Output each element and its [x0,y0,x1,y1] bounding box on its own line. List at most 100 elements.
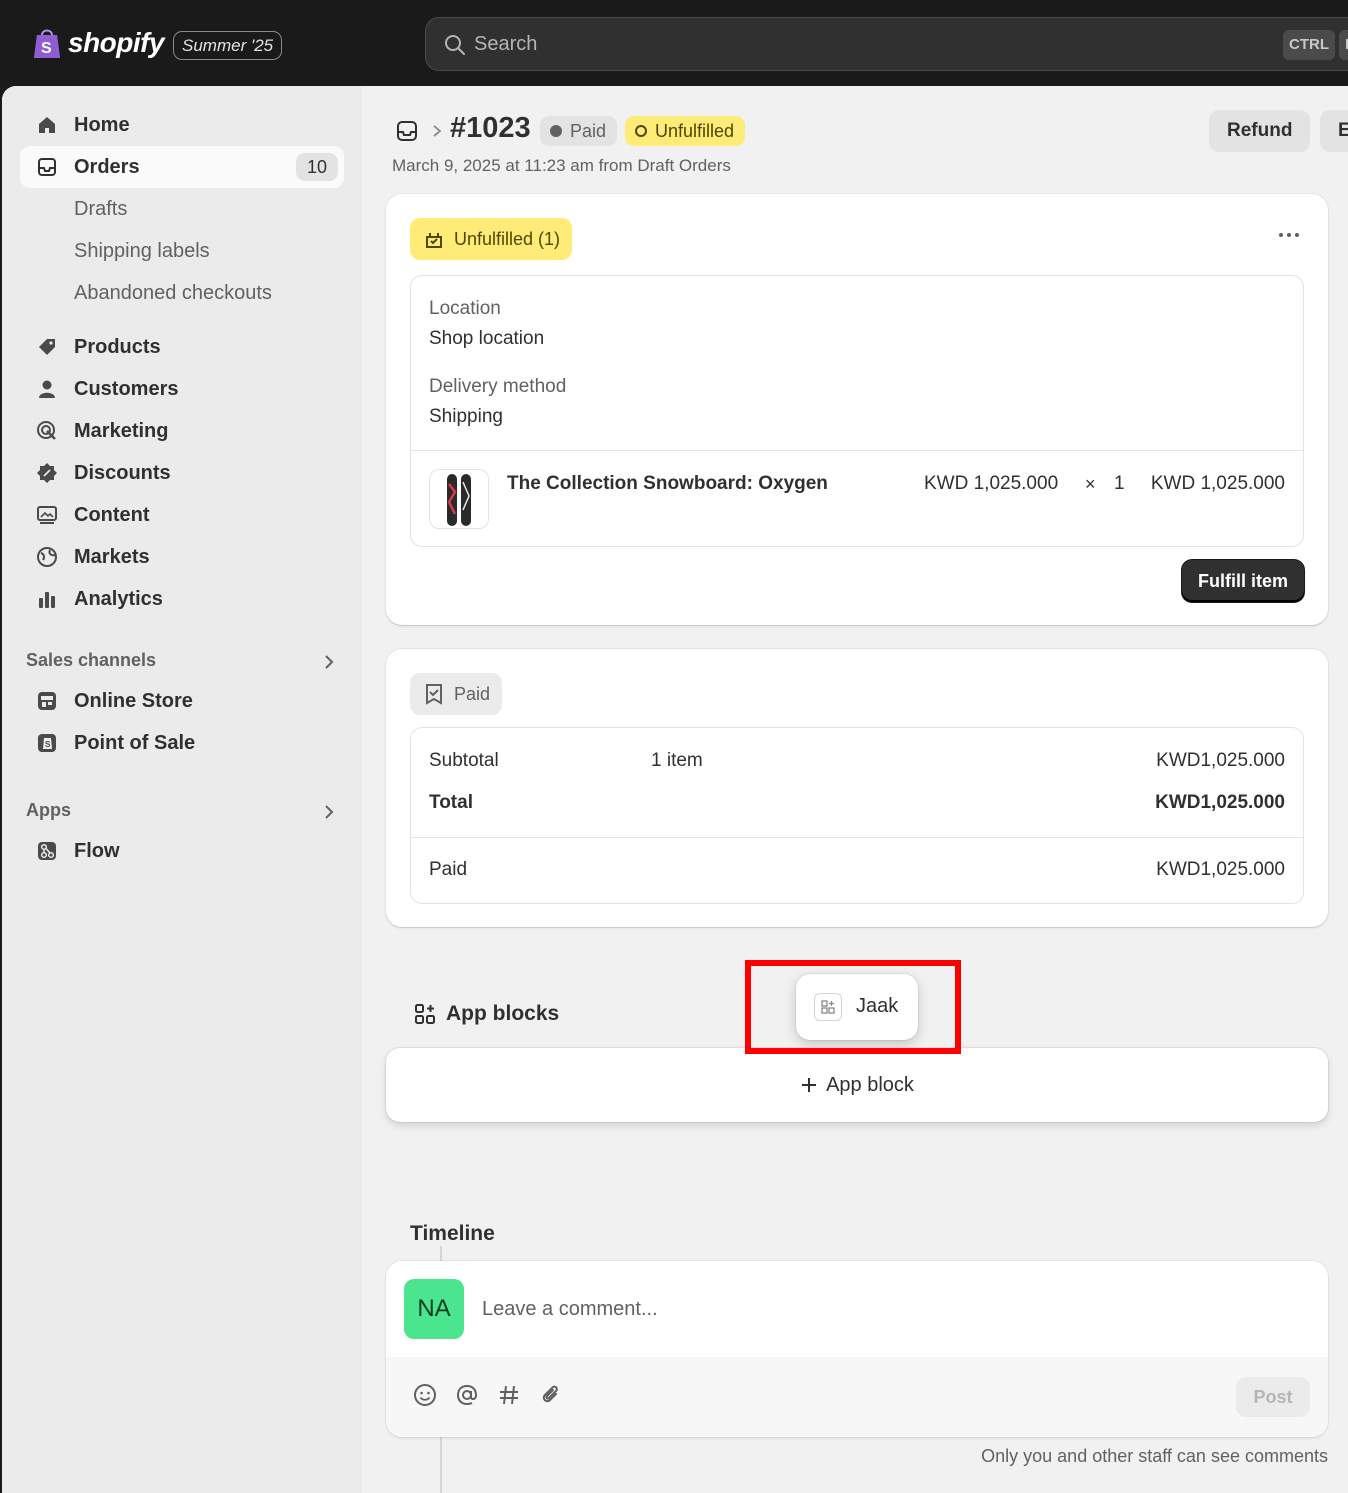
sidebar-item-marketing[interactable]: Marketing [20,410,344,452]
store-icon [38,692,56,710]
line-total: KWD 1,025.000 [1150,473,1285,494]
refund-button[interactable]: Refund [1209,110,1311,152]
sidebar-item-label: Point of Sale [74,731,196,754]
sidebar-item-label: Marketing [74,419,169,442]
sidebar-item-home[interactable]: Home [20,104,344,146]
fulfillment-card: Unfulfilled (1) Location Shop location D… [386,194,1328,625]
sidebar-item-label: Drafts [74,197,128,220]
fulfill-item-button[interactable]: Fulfill item [1182,560,1304,602]
sidebar-item-drafts[interactable]: Drafts [20,188,344,230]
sidebar-item-flow[interactable]: Flow [20,830,344,872]
order-meta: March 9, 2025 at 11:23 am from Draft Ord… [392,156,731,175]
attachment-icon[interactable] [538,1382,564,1408]
sales-channels-heading[interactable]: Sales channels [26,650,156,671]
flow-icon [38,842,56,860]
search-input[interactable] [474,18,1174,70]
chevron-right-icon[interactable] [320,653,338,671]
sidebar-item-label: Shipping labels [74,239,210,262]
home-icon [39,117,55,133]
status-ring-icon [635,125,647,137]
fulfillment-status-text: Unfulfilled [655,121,735,141]
sidebar-item-point-of-sale[interactable]: S Point of Sale [20,722,344,764]
unfulfilled-chip-label: Unfulfilled (1) [454,229,561,249]
discount-icon [37,463,57,483]
post-button[interactable]: Post [1236,1377,1310,1417]
quantity: 1 [1114,473,1125,494]
snowboard-image-icon [447,474,471,526]
location-label: Location [429,298,501,319]
app-blocks-icon [415,1004,435,1024]
product-title-link[interactable]: The Collection Snowboard: Oxygen [507,473,828,495]
emoji-icon[interactable] [412,1382,438,1408]
payment-summary: Subtotal 1 item KWD1,025.000 Total KWD1,… [410,727,1304,904]
sidebar-item-discounts[interactable]: Discounts [20,452,344,494]
sidebar-item-markets[interactable]: Markets [20,536,344,578]
content-icon [37,506,57,524]
total-label: Total [429,792,473,813]
shopify-logo[interactable]: S shopify [32,26,165,60]
divider [411,837,1303,838]
timeline-title: Timeline [410,1222,495,1245]
sidebar: Home Orders 10 Drafts Shipping labels Ab… [2,86,362,1493]
edition-badge[interactable]: Summer '25 [173,31,283,60]
apps-heading[interactable]: Apps [26,800,71,821]
comment-composer: NA Post [386,1261,1328,1437]
sidebar-item-products[interactable]: Products [20,326,344,368]
unit-price: KWD 1,025.000 [924,473,1059,494]
subtotal-value: KWD1,025.000 [1156,750,1285,771]
tag-icon [39,339,55,355]
mention-icon[interactable] [454,1382,480,1408]
orders-breadcrumb-icon[interactable] [396,120,418,142]
package-icon [426,233,442,248]
comment-input[interactable] [482,1289,1282,1329]
more-options-icon[interactable] [1276,222,1302,248]
sidebar-item-content[interactable]: Content [20,494,344,536]
sidebar-item-label: Content [74,503,150,526]
chevron-right-icon[interactable] [320,803,338,821]
sidebar-item-online-store[interactable]: Online Store [20,680,344,722]
main-content: #1023 Paid Unfulfilled March 9, 2025 at … [362,86,1348,1493]
payment-status-badge: Paid [540,116,618,146]
fulfillment-status-badge: Unfulfilled [625,116,746,146]
payment-card: Paid Subtotal 1 item KWD1,025.000 Total … [386,649,1328,927]
fulfillment-details: Location Shop location Delivery method S… [410,275,1304,547]
line-item-row: The Collection Snowboard: Oxygen KWD 1,0… [411,451,1303,547]
svg-text:S: S [45,740,51,749]
app-blocks-title: App blocks [446,1002,560,1025]
location-value: Shop location [429,328,545,349]
search-bar[interactable]: CTRL K [425,17,1348,71]
unfulfilled-chip: Unfulfilled (1) [410,218,573,260]
orders-count-badge: 10 [296,153,338,181]
person-icon [39,380,55,398]
paid-chip-label: Paid [454,684,491,704]
top-bar: S shopify Summer '25 CTRL K [0,0,1348,88]
hashtag-icon[interactable] [496,1382,522,1408]
sidebar-item-label: Markets [74,545,150,568]
sidebar-item-analytics[interactable]: Analytics [20,578,344,620]
add-app-block-label: App block [386,1048,1328,1122]
delivery-method-label: Delivery method [429,376,567,397]
sidebar-item-label: Home [74,113,130,136]
product-thumbnail[interactable] [429,469,489,529]
sidebar-item-label: Analytics [74,587,163,610]
globe-icon [37,547,57,567]
paid-chip: Paid [410,673,503,715]
sidebar-item-orders[interactable]: Orders 10 [20,146,344,188]
inbox-icon [38,158,56,176]
bar-chart-icon [39,592,55,608]
sidebar-item-shipping-labels[interactable]: Shipping labels [20,230,344,272]
delivery-method-value: Shipping [429,406,503,427]
sidebar-item-abandoned-checkouts[interactable]: Abandoned checkouts [20,272,344,314]
edit-button[interactable]: Edit [1320,110,1348,152]
sidebar-item-label: Discounts [74,461,171,484]
shortcut-key-ctrl: CTRL [1283,30,1335,60]
search-icon [445,35,465,55]
shopify-bag-icon: S [34,29,60,58]
sidebar-item-customers[interactable]: Customers [20,368,344,410]
plus-icon [802,1078,817,1092]
add-app-block-text: App block [826,1073,914,1096]
add-app-block-button[interactable]: App block [386,1048,1328,1122]
app-blocks-heading: App blocks [414,1002,559,1026]
chevron-right-icon [433,125,442,137]
comment-toolbar: Post [386,1357,1328,1437]
